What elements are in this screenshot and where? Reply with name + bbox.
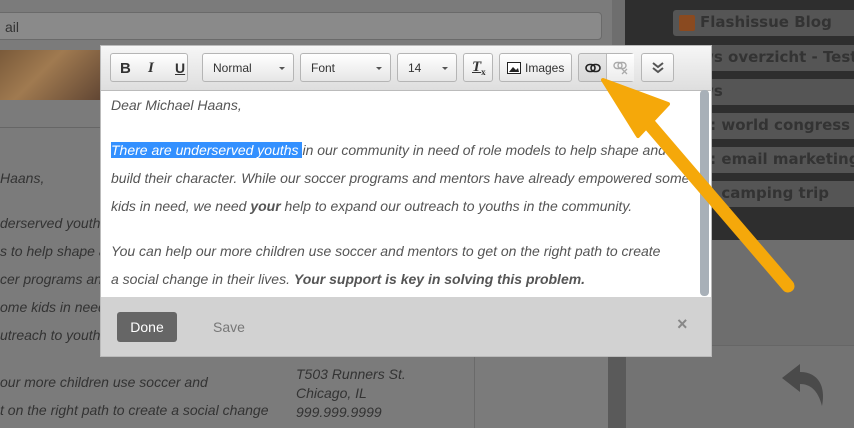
arrow-shaft (643, 118, 795, 293)
annotation-arrow (601, 78, 795, 293)
